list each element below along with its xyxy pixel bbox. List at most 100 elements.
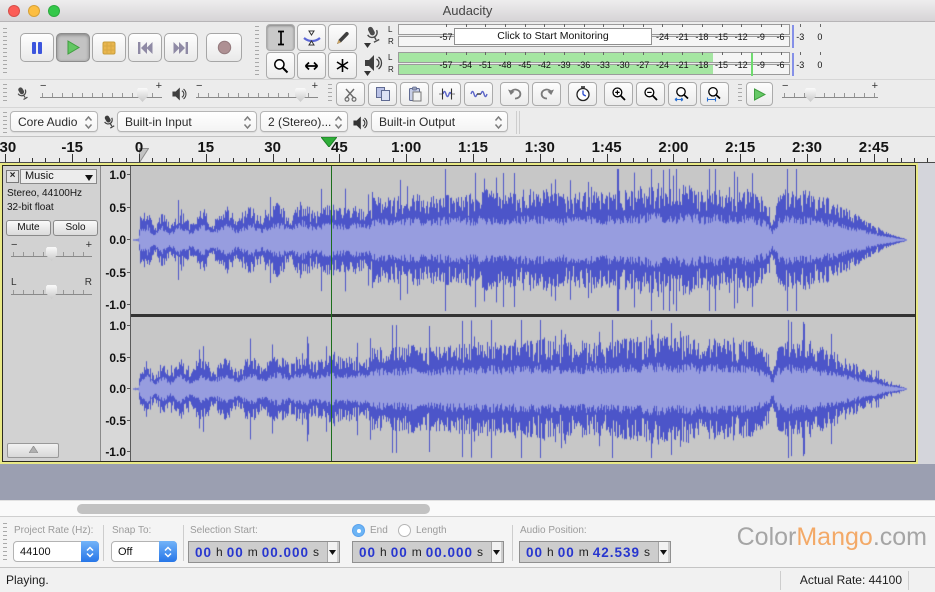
audio-track: × Music Stereo, 44100Hz 32-bit float Mut… <box>0 163 918 464</box>
envelope-tool-button[interactable] <box>297 24 326 51</box>
selection-end-field[interactable]: 00h 00m 00.000s <box>352 541 504 563</box>
copy-button[interactable] <box>368 82 397 106</box>
playback-speed-slider[interactable]: − + <box>782 83 878 105</box>
fit-project-button[interactable] <box>700 82 729 106</box>
skip-to-end-button[interactable] <box>164 33 198 62</box>
zoom-out-button[interactable] <box>636 82 665 106</box>
waveform-channel-left[interactable] <box>131 166 914 314</box>
play-at-speed-button[interactable] <box>746 82 773 106</box>
horizontal-scrollbar-thumb[interactable] <box>77 504 430 514</box>
top-toolbar-row: L R -57-54-51-48-45-42-39-36-33-30-27-24… <box>0 22 935 80</box>
playback-meter-bars[interactable]: -57-54-51-48-45-42-39-36-33-30-27-24-21-… <box>398 52 790 77</box>
multi-tool-button[interactable] <box>328 52 357 79</box>
meter-scale-label: -51 <box>479 60 492 70</box>
pause-button[interactable] <box>20 33 54 62</box>
playback-speed-thumb[interactable] <box>805 88 816 102</box>
snap-to-combo[interactable]: Off <box>111 541 177 562</box>
track-control-panel: × Music Stereo, 44100Hz 32-bit float Mut… <box>3 166 101 461</box>
audio-host-select[interactable]: Core Audio <box>10 111 98 132</box>
ruler-tick <box>473 154 474 162</box>
end-radio[interactable] <box>352 524 365 537</box>
meter-scale-tick <box>564 52 565 55</box>
device-toolbar: Core Audio Built-in Input 2 (Stereo)... … <box>0 108 935 137</box>
redo-button[interactable] <box>532 82 561 106</box>
pan-thumb[interactable] <box>46 285 57 299</box>
sync-lock-clock-button[interactable] <box>568 82 597 106</box>
output-volume-slider[interactable]: − + <box>196 83 318 105</box>
mute-button[interactable]: Mute <box>6 220 51 236</box>
selection-tool-button[interactable] <box>266 24 295 51</box>
draw-tool-button[interactable] <box>328 24 357 51</box>
meter-scale-tick <box>800 52 801 55</box>
zoom-out-icon <box>643 86 659 102</box>
collapse-arrow-icon <box>29 446 38 453</box>
track-name-menu[interactable]: Music <box>20 169 97 184</box>
zoom-in-button[interactable] <box>604 82 633 106</box>
silence-audio-button[interactable] <box>464 82 493 106</box>
length-radio[interactable] <box>398 524 411 537</box>
cut-button[interactable] <box>336 82 365 106</box>
output-volume-thumb[interactable] <box>295 88 306 102</box>
recording-channels-select[interactable]: 2 (Stereo)... <box>260 111 348 132</box>
ruler-tick <box>647 158 648 162</box>
monitoring-tooltip[interactable]: Click to Start Monitoring <box>454 28 652 45</box>
undo-button[interactable] <box>500 82 529 106</box>
recording-meter-bars[interactable]: -57-54-51-48-45-42-39-36-33-30-27-24-21-… <box>398 24 790 49</box>
meter-scale-label: -42 <box>538 60 551 70</box>
ruler-tick <box>366 158 367 162</box>
device-toolbar-grip[interactable] <box>3 112 7 133</box>
gain-thumb[interactable] <box>46 247 57 261</box>
meter-left-label: L <box>388 54 392 62</box>
transport-toolbar-grip[interactable] <box>3 28 7 74</box>
time-format-dropdown[interactable] <box>658 542 668 562</box>
input-volume-slider[interactable]: − + <box>40 83 162 105</box>
time-shift-tool-icon <box>303 60 320 72</box>
input-volume-thumb[interactable] <box>137 88 148 102</box>
selection-start-field[interactable]: 00h 00m 00.000s <box>188 541 340 563</box>
vertical-scale-tick <box>127 420 130 421</box>
track-collapse-button[interactable] <box>7 443 59 458</box>
gain-slider[interactable]: − + <box>11 242 92 264</box>
vertical-scale-label: -1.0 <box>105 446 126 458</box>
zoom-in-icon <box>611 86 627 102</box>
time-format-dropdown[interactable] <box>327 542 337 562</box>
fit-selection-button[interactable] <box>668 82 697 106</box>
waveform-channel-right[interactable] <box>131 317 914 461</box>
vertical-scrollbar-area[interactable] <box>918 163 935 464</box>
ruler-tick <box>713 158 714 162</box>
project-rate-combo[interactable]: 44100 <box>13 541 99 562</box>
multi-tool-icon <box>335 58 350 73</box>
vertical-scale-ruler[interactable]: 1.00.50.0-0.5-1.01.00.50.0-0.5-1.0 <box>101 166 131 461</box>
ruler-tick <box>567 158 568 162</box>
skip-to-start-button[interactable] <box>128 33 162 62</box>
ruler-tick <box>820 158 821 162</box>
waveform-area[interactable] <box>131 166 915 461</box>
edit-toolbar-grip[interactable] <box>328 84 332 104</box>
play-button[interactable] <box>56 33 90 62</box>
time-format-dropdown[interactable] <box>491 542 501 562</box>
meter-scale-tick <box>564 24 565 27</box>
playback-meter[interactable]: L R -57-54-51-48-45-42-39-36-33-30-27-24… <box>360 51 793 78</box>
time-shift-tool-button[interactable] <box>297 52 326 79</box>
audio-position-field[interactable]: 00h 00m 42.539s <box>519 541 671 563</box>
selection-toolbar-grip[interactable] <box>3 523 7 563</box>
audio-position-label: Audio Position: <box>520 525 587 536</box>
stop-button[interactable] <box>92 33 126 62</box>
solo-button[interactable]: Solo <box>53 220 98 236</box>
timeline-ruler[interactable]: -30-1501530451:001:151:301:452:002:152:3… <box>0 137 935 163</box>
zoom-tool-button[interactable] <box>266 52 295 79</box>
playback-device-select[interactable]: Built-in Output <box>371 111 508 132</box>
recording-device-select[interactable]: Built-in Input <box>117 111 257 132</box>
ruler-tick <box>139 154 140 162</box>
trim-audio-button[interactable] <box>432 82 461 106</box>
pan-slider[interactable]: L R <box>11 280 92 302</box>
paste-button[interactable] <box>400 82 429 106</box>
record-button[interactable] <box>206 33 242 62</box>
recording-meter[interactable]: L R -57-54-51-48-45-42-39-36-33-30-27-24… <box>360 23 793 50</box>
ruler-tick <box>874 154 875 162</box>
mixer-toolbar-grip[interactable] <box>3 84 7 104</box>
transcription-toolbar-grip[interactable] <box>738 84 742 104</box>
horizontal-scrollbar[interactable] <box>0 500 935 516</box>
track-close-button[interactable]: × <box>6 170 19 183</box>
tools-toolbar-grip[interactable] <box>255 26 259 78</box>
